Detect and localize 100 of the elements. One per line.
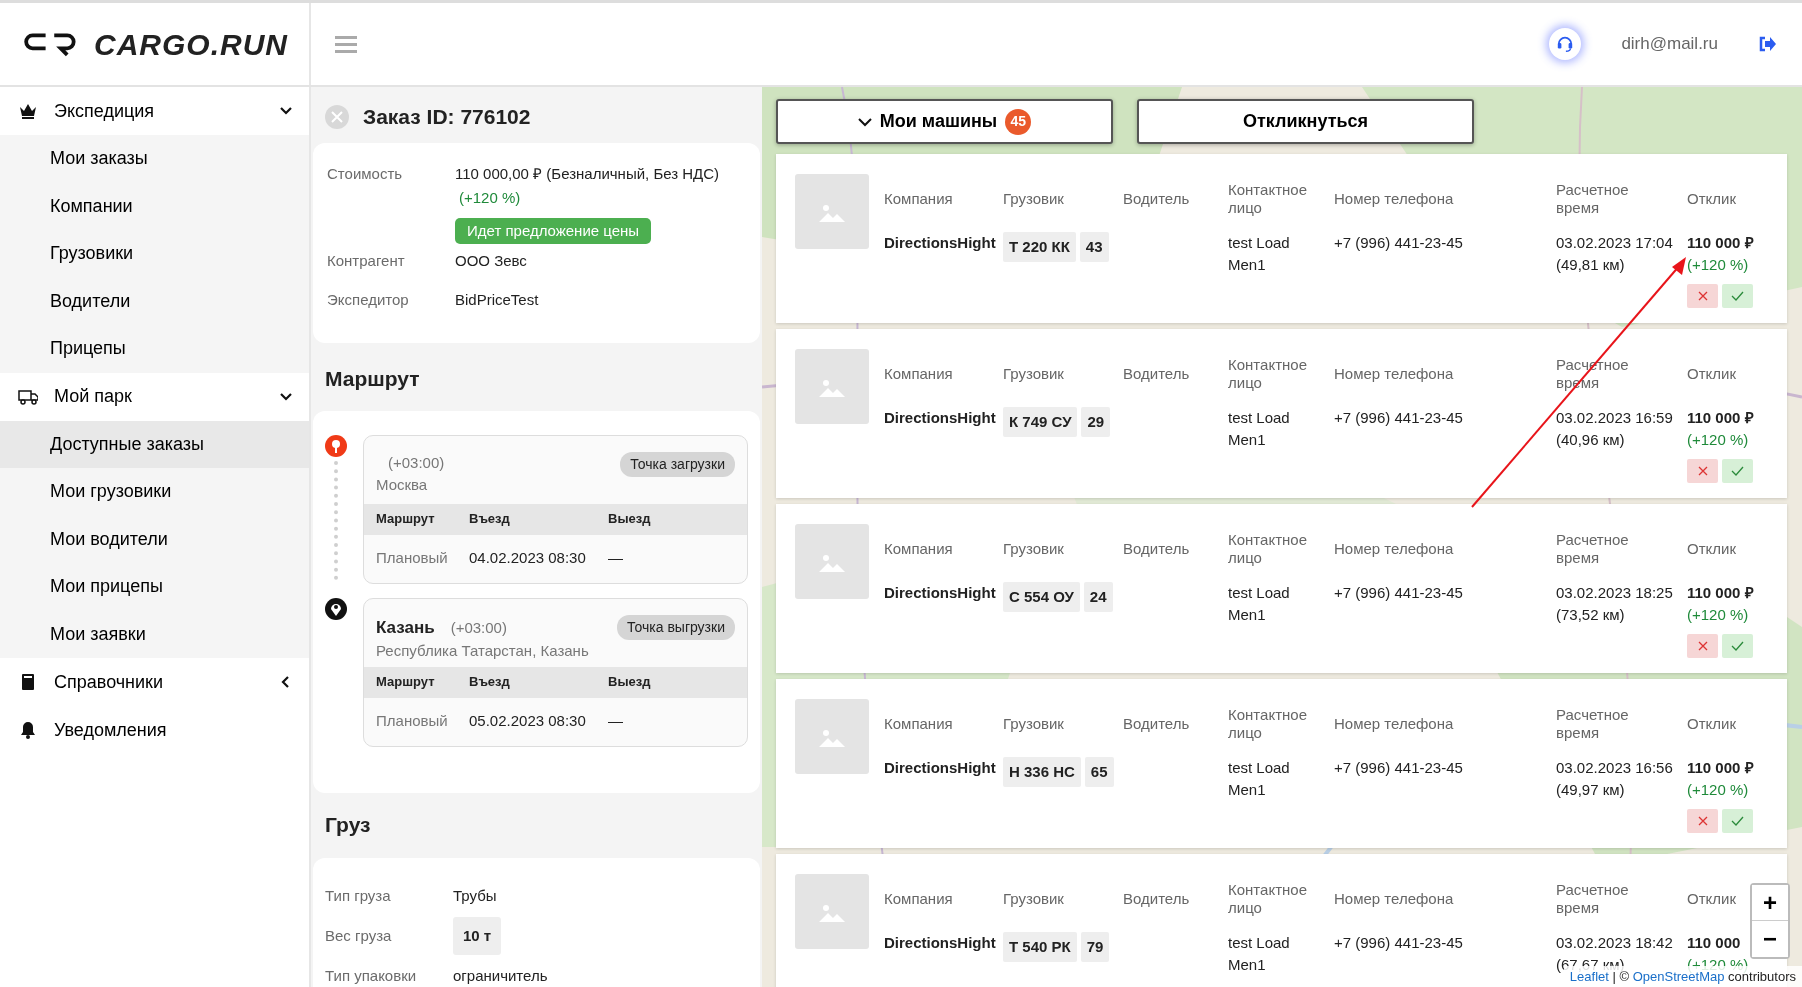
contact-name: test Load Men1 xyxy=(1228,233,1291,275)
eta-time: 03.02.2023 16:59 xyxy=(1556,408,1674,428)
column-header: Контактное лицо xyxy=(1228,706,1308,742)
zoom-in-button[interactable]: + xyxy=(1752,885,1788,921)
price-text: 110 000 ₽ xyxy=(1687,583,1754,603)
bell-icon xyxy=(18,720,38,740)
column-header: Отклик xyxy=(1687,190,1736,208)
column-header: Водитель xyxy=(1123,890,1190,908)
column-header: Водитель xyxy=(1123,715,1190,733)
column-header: Водитель xyxy=(1123,365,1190,383)
section-title: Маршрут xyxy=(324,366,421,392)
logout-icon[interactable] xyxy=(1758,35,1776,53)
price-text: 110 000 ₽ xyxy=(1687,758,1754,778)
sidebar-item[interactable]: Компании xyxy=(0,182,309,230)
sidebar-item[interactable]: Доступные заказы xyxy=(0,420,309,468)
field-value: Трубы xyxy=(453,885,497,906)
menu-icon[interactable] xyxy=(335,34,357,54)
percent-text: (+120 %) xyxy=(1687,254,1749,275)
accept-button[interactable] xyxy=(1722,283,1753,308)
decline-button[interactable] xyxy=(1687,283,1718,308)
phone-number: +7 (996) 441-23-45 xyxy=(1334,233,1464,253)
sidebar-item[interactable]: Мои грузовики xyxy=(0,468,309,516)
column-header: Компания xyxy=(884,890,953,908)
accept-button[interactable] xyxy=(1722,808,1753,833)
percent-text: (+120 %) xyxy=(459,188,522,208)
column-header: Номер телефона xyxy=(1334,190,1454,208)
plate-number: К 749 СУ xyxy=(1003,407,1078,437)
timezone-text: (+03:00) xyxy=(388,452,445,473)
column-header: Компания xyxy=(884,540,953,558)
field-value: BidPriceTest xyxy=(455,289,539,310)
sidebar-item[interactable]: Мои заказы xyxy=(0,135,309,183)
sidebar-item[interactable]: Мои водители xyxy=(0,515,309,563)
column-header: Водитель xyxy=(1123,540,1190,558)
respond-button[interactable]: Откликнуться xyxy=(1137,99,1474,144)
contact-name: test Load Men1 xyxy=(1228,583,1291,625)
address-text: Республика Татарстан, Казань xyxy=(376,641,590,661)
section-title: Груз xyxy=(324,811,372,838)
decline-button[interactable] xyxy=(1687,808,1718,833)
support-button[interactable] xyxy=(1549,28,1582,60)
truck-number: 65 xyxy=(1084,757,1114,787)
decline-button[interactable] xyxy=(1687,458,1718,483)
column-header: Расчетное время xyxy=(1556,181,1630,217)
company-name: DirectionsHight xyxy=(884,933,997,953)
map-pin-icon xyxy=(325,434,347,457)
column-header: Отклик xyxy=(1687,540,1736,558)
field-label: Тип груза xyxy=(325,885,392,906)
truck-number: 43 xyxy=(1079,232,1109,262)
column-header: Контактное лицо xyxy=(1228,181,1308,217)
distance-text: (73,52 км) xyxy=(1556,604,1626,625)
sidebar-item[interactable]: Мои прицепы xyxy=(0,563,309,611)
field-value: ООО Зевс xyxy=(455,251,527,271)
phone-number: +7 (996) 441-23-45 xyxy=(1334,408,1464,428)
column-header: Выезд xyxy=(608,673,651,692)
column-header: Контактное лицо xyxy=(1228,531,1308,567)
distance-text: (40,96 км) xyxy=(1556,429,1626,450)
percent-text: (+120 %) xyxy=(1687,604,1749,625)
headset-icon xyxy=(1556,35,1575,53)
distance-text: (49,97 км) xyxy=(1556,779,1626,800)
truck-number: 24 xyxy=(1083,582,1113,612)
column-header: Контактное лицо xyxy=(1228,356,1308,392)
truck-number: 29 xyxy=(1081,407,1111,437)
decline-button[interactable] xyxy=(1687,633,1718,658)
table-cell-text: Плановый xyxy=(376,548,449,569)
table-cell-text: — xyxy=(608,711,623,732)
plate-number: Т 540 РК xyxy=(1003,932,1077,962)
accept-button[interactable] xyxy=(1722,458,1753,483)
field-value: 110 000,00 ₽ (Безналичный, Без НДС) xyxy=(455,163,720,184)
accept-button[interactable] xyxy=(1722,633,1753,658)
close-icon xyxy=(1696,464,1709,477)
sidebar-item[interactable]: Грузовики xyxy=(0,230,309,278)
column-header: Компания xyxy=(884,715,953,733)
dropdown-button[interactable]: Мои машины 45 xyxy=(776,99,1113,144)
table-cell-text: — xyxy=(608,548,623,569)
count-badge: 45 xyxy=(1005,108,1032,135)
percent-text: (+120 %) xyxy=(1687,779,1749,800)
column-header: Номер телефона xyxy=(1334,365,1454,383)
eta-time: 03.02.2023 16:56 xyxy=(1556,758,1674,778)
status-badge: Идет предложение цены xyxy=(455,217,652,244)
column-header: Отклик xyxy=(1687,365,1736,383)
column-header: Грузовик xyxy=(1003,540,1064,558)
column-header: Расчетное время xyxy=(1556,881,1630,917)
sidebar-item[interactable]: Водители xyxy=(0,277,309,325)
column-header: Номер телефона xyxy=(1334,715,1454,733)
sidebar-item[interactable]: Прицепы xyxy=(0,325,309,373)
table-cell-text: 05.02.2023 08:30 xyxy=(469,711,587,732)
check-icon xyxy=(1731,289,1744,302)
chevron-down-icon xyxy=(857,115,872,128)
sidebar-item[interactable]: Мои заявки xyxy=(0,610,309,658)
truck-number: 79 xyxy=(1080,932,1110,962)
column-header: Грузовик xyxy=(1003,715,1064,733)
map-pin-icon xyxy=(325,597,347,620)
brand-logo-text: CARGO.RUN xyxy=(94,26,288,63)
company-name: DirectionsHight xyxy=(884,408,997,428)
price-text: 110 000 xyxy=(1687,933,1741,953)
phone-number: +7 (996) 441-23-45 xyxy=(1334,758,1464,778)
logo-icon xyxy=(24,31,78,57)
plate-number: Н 336 НС xyxy=(1003,757,1081,787)
user-email: dirh@mail.ru xyxy=(1621,33,1718,56)
column-header: Водитель xyxy=(1123,190,1190,208)
column-header: Грузовик xyxy=(1003,365,1064,383)
